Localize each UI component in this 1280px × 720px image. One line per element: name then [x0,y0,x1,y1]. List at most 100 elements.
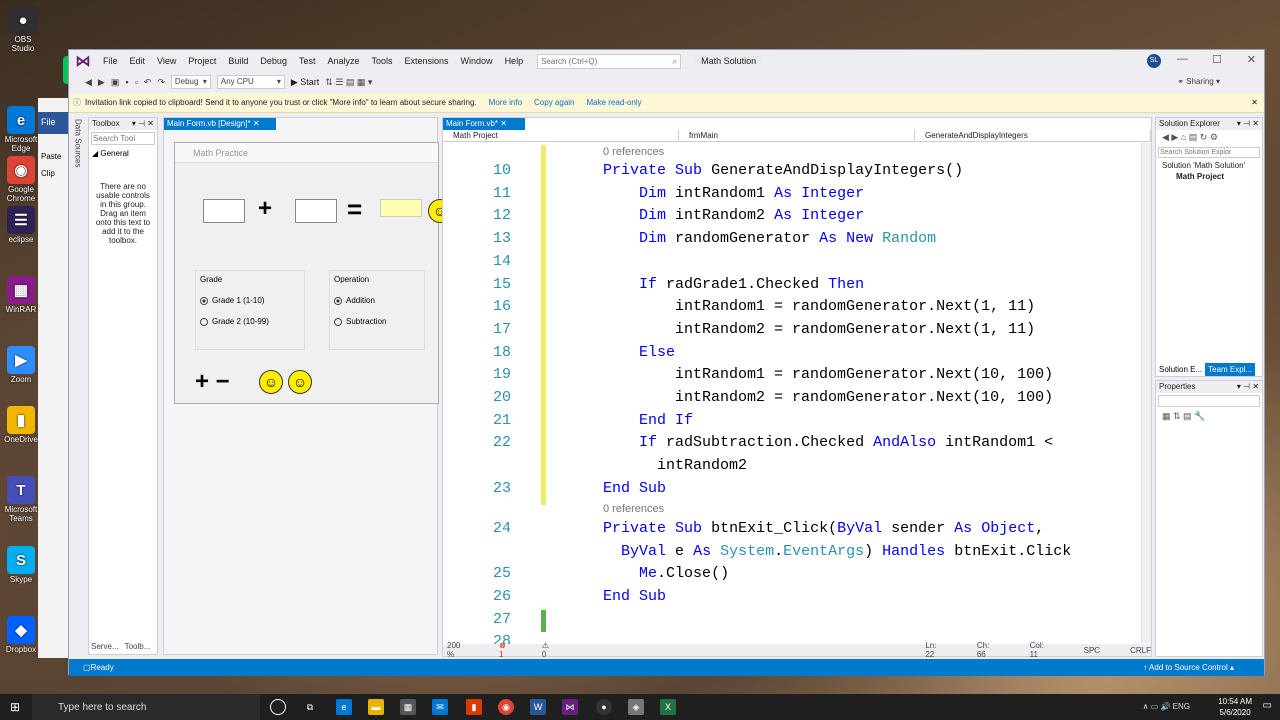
windows-start-icon[interactable]: ⊞ [10,700,20,714]
code-line[interactable]: End Sub [603,480,666,497]
desktop-icon-dropbox[interactable]: ◆ Dropbox [2,616,40,654]
code-line[interactable]: Private Sub GenerateAndDisplayIntegers() [603,162,963,179]
references-codelens[interactable]: 0 references [603,503,664,515]
code-line[interactable]: Dim randomGenerator As New Random [603,230,936,247]
answer-box[interactable] [380,199,422,217]
platform-select[interactable]: Any CPU ▾ [216,75,285,89]
server-explorer-tab[interactable]: Serve... [88,640,122,654]
config-select[interactable]: Debug ▾ [170,75,211,89]
code-line[interactable]: If radGrade1.Checked Then [603,276,864,293]
code-line[interactable]: intRandom1 = randomGenerator.Next(1, 11) [603,298,1035,315]
grade1-radio[interactable]: Grade 1 (1-10) [200,296,300,305]
close-icon[interactable]: ✕ [253,119,260,128]
menu-tools[interactable]: Tools [366,56,399,66]
desktop-icon-microsoft-teams[interactable]: T Microsoft Teams [2,476,40,523]
toolbar-misc-icon[interactable]: ⇅ ☰ ▤ ▦ ▾ [325,77,372,88]
close-icon[interactable]: ✕ [1247,53,1256,66]
taskbar-search[interactable]: Type here to search [32,694,260,720]
references-codelens[interactable]: 0 references [603,146,664,158]
forward-icon[interactable]: ▶ [98,77,105,88]
toolbox-search[interactable]: Search Tool [91,132,155,145]
chrome-icon[interactable]: ◉ [498,699,514,715]
system-tray[interactable]: ∧ ▭ 🔊 ENG [1143,702,1190,711]
cortana-icon[interactable] [270,699,286,715]
undo-icon[interactable]: ↶ [144,77,152,88]
designer-tab[interactable]: Main Form.vb [Design]* ✕ [164,118,276,130]
save-all-icon[interactable]: ▫ [135,77,138,87]
desktop-icon-eclipse[interactable]: ☰ eclipse [2,206,40,244]
pin-icon[interactable]: ▾ ⊣ ✕ [1237,382,1259,392]
code-line[interactable]: End Sub [603,588,666,605]
menu-debug[interactable]: Debug [254,56,293,66]
redo-icon[interactable]: ↷ [157,77,165,88]
data-sources-tab[interactable]: Data Sources [74,119,83,167]
notification-icon[interactable]: ▭ [1263,700,1272,711]
solution-search[interactable]: Search Solution Explor [1158,147,1260,158]
code-area[interactable]: 0 references 0 references 10 Private Sub … [443,143,1143,658]
class-dropdown[interactable]: frmMain [679,130,915,141]
clock[interactable]: 10:54 AM 5/6/2020 [1218,696,1252,718]
menu-view[interactable]: View [151,56,182,66]
menu-help[interactable]: Help [499,56,530,66]
start-button[interactable]: ▶ Start [291,77,319,88]
code-line[interactable]: intRandom2 [603,457,747,474]
menu-analyze[interactable]: Analyze [321,56,365,66]
warning-count[interactable]: ⚠ 0 [542,641,555,659]
menu-window[interactable]: Window [455,56,499,66]
code-line[interactable]: Me.Close() [603,565,729,582]
code-line[interactable]: intRandom2 = randomGenerator.Next(10, 10… [603,389,1053,406]
close-icon[interactable]: ✕ [1251,98,1258,107]
desktop-icon-winrar[interactable]: ▦ WinRAR [2,276,40,314]
back-icon[interactable]: ◀ [85,77,92,88]
number2-box[interactable] [295,199,337,223]
office-icon[interactable]: ▮ [466,699,482,715]
language-indicator[interactable]: ENG [1173,702,1190,711]
desktop-icon-zoom[interactable]: ▶ Zoom [2,346,40,384]
visual-studio-icon[interactable]: ⋈ [562,699,578,715]
menu-extensions[interactable]: Extensions [399,56,455,66]
save-icon[interactable]: ▪ [125,77,128,87]
maximize-icon[interactable]: ☐ [1212,53,1222,66]
editor-tab[interactable]: Main Form.vb* ✕ [443,118,525,130]
code-line[interactable]: End If [603,412,693,429]
desktop-icon-google-chrome[interactable]: ◉ Google Chrome [2,156,40,203]
code-line[interactable]: Dim intRandom2 As Integer [603,207,864,224]
error-count[interactable]: ⊗ 1 [499,641,512,659]
vertical-scrollbar[interactable] [1141,143,1151,643]
project-dropdown[interactable]: Math Project [443,130,679,141]
copy-again-link[interactable]: Copy again [534,98,574,107]
edge-icon[interactable]: e [336,699,352,715]
project-node[interactable]: Math Project [1156,171,1262,182]
solution-node[interactable]: Solution 'Math Solution' [1156,160,1262,171]
grade2-radio[interactable]: Grade 2 (10-99) [200,317,300,326]
code-line[interactable]: If radSubtraction.Checked AndAlso intRan… [603,434,1053,451]
code-line[interactable]: intRandom2 = randomGenerator.Next(1, 11) [603,321,1035,338]
code-line[interactable]: Else [603,344,675,361]
number1-box[interactable] [203,199,245,223]
sharing-button[interactable]: ⚭ Sharing ▾ [1177,77,1220,86]
word-icon[interactable]: W [530,699,546,715]
menu-project[interactable]: Project [182,56,222,66]
excel-icon[interactable]: X [660,699,676,715]
obs-icon[interactable]: ● [596,699,612,715]
avatar[interactable]: SL [1147,54,1161,68]
code-line[interactable]: ByVal e As System.EventArgs) Handles btn… [603,543,1071,560]
desktop-icon-microsoft-edge[interactable]: e Microsoft Edge [2,106,40,153]
new-project-icon[interactable]: ▣ [111,77,120,88]
desktop-icon-skype[interactable]: S Skype [2,546,40,584]
source-control-button[interactable]: ↑ Add to Source Control ▴ [1143,663,1234,672]
subtraction-radio[interactable]: Subtraction [334,317,420,326]
menu-file[interactable]: File [97,56,124,66]
close-icon[interactable]: ✕ [500,119,507,128]
task-view-icon[interactable]: ⧉ [302,699,318,715]
code-line[interactable]: Dim intRandom1 As Integer [603,185,864,202]
zoom-level[interactable]: 200 % [447,641,469,659]
toolbox-tab[interactable]: Toolb... [122,640,154,654]
code-line[interactable]: intRandom1 = randomGenerator.Next(10, 10… [603,366,1053,383]
mail-icon[interactable]: ✉ [432,699,448,715]
search-box[interactable]: Search (Ctrl+Q) ⌕ [537,53,682,69]
menu-build[interactable]: Build [222,56,254,66]
solution-explorer-tab[interactable]: Solution E... [1156,363,1205,376]
pin-icon[interactable]: ▾ ⊣ ✕ [132,119,154,129]
addition-radio[interactable]: Addition [334,296,420,305]
